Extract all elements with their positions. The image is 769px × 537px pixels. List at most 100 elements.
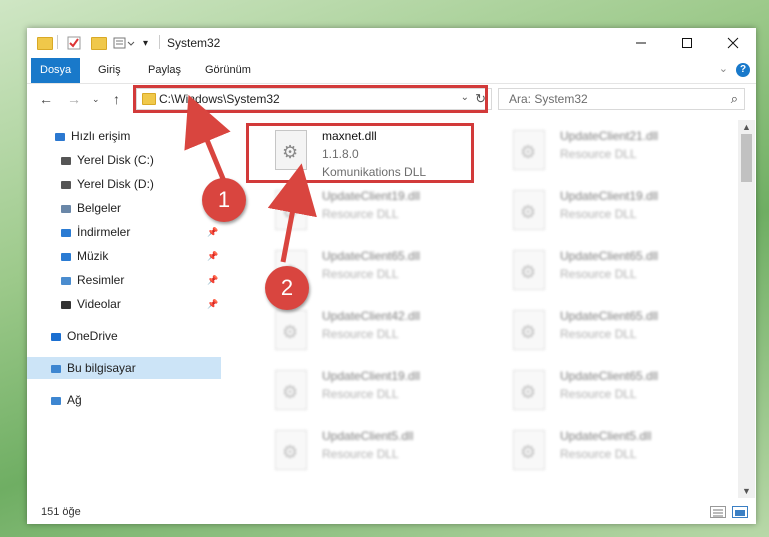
customize-quick-access-icon[interactable]: [113, 35, 135, 51]
file-item[interactable]: ⚙ UpdateClient65.dll Resource DLL: [491, 304, 711, 360]
tab-gorunum[interactable]: Görünüm: [196, 58, 260, 83]
sidebar-item-label: Yerel Disk (C:): [77, 153, 154, 167]
address-highlight-box: [133, 85, 488, 113]
scroll-thumb[interactable]: [741, 134, 752, 182]
tab-dosya[interactable]: Dosya: [31, 58, 81, 83]
file-item[interactable]: ⚙ UpdateClient21.dll Resource DLL: [491, 124, 711, 180]
sidebar-item[interactable]: Bu bilgisayar: [27, 357, 221, 379]
file-item[interactable]: ⚙ UpdateClient65.dll Resource DLL: [491, 244, 711, 300]
maximize-button[interactable]: [664, 28, 710, 58]
up-button[interactable]: ↑: [113, 91, 120, 107]
dll-file-icon: ⚙: [513, 310, 545, 350]
pin-icon: 📌: [207, 299, 219, 309]
file-item[interactable]: ⚙ UpdateClient65.dll Resource DLL: [491, 364, 711, 420]
dropdown-icon[interactable]: ▾: [143, 35, 148, 51]
sidebar-item-label: Belgeler: [77, 201, 122, 215]
file-description: Resource DLL: [322, 267, 399, 281]
expand-ribbon-icon[interactable]: ⌄: [719, 62, 728, 75]
sidebar-item[interactable]: Yerel Disk (D:): [27, 173, 221, 195]
scroll-up-icon[interactable]: ▲: [742, 122, 751, 132]
sidebar-item[interactable]: Ağ: [27, 389, 221, 411]
sidebar-item-label: Ağ: [67, 393, 82, 407]
sidebar-item[interactable]: Belgeler: [27, 197, 221, 219]
file-description: Resource DLL: [560, 267, 637, 281]
new-folder-icon[interactable]: [91, 35, 107, 51]
file-description: Resource DLL: [322, 327, 399, 341]
search-icon[interactable]: ⌕: [731, 91, 738, 107]
sidebar-item-label: Yerel Disk (D:): [77, 177, 154, 191]
file-description: Resource DLL: [322, 387, 399, 401]
pin-icon: 📌: [207, 227, 219, 237]
tab-giris[interactable]: Giriş: [89, 58, 130, 83]
file-item[interactable]: ⚙ UpdateClient19.dll Resource DLL: [253, 364, 473, 420]
dll-file-icon: ⚙: [513, 430, 545, 470]
recent-locations-button[interactable]: ⌄: [92, 94, 100, 105]
file-name: UpdateClient42.dll: [322, 309, 421, 323]
download-icon: [59, 225, 73, 239]
pin-icon: 📌: [207, 275, 219, 285]
file-name: UpdateClient65.dll: [560, 309, 659, 323]
callout-1: 1: [202, 178, 246, 222]
file-description: Resource DLL: [560, 447, 637, 461]
status-bar: 151 öğe: [27, 502, 756, 524]
navigation-pane: Hızlı erişim Yerel Disk (C:) Yerel Disk (D…: [27, 120, 221, 500]
close-button[interactable]: [710, 28, 756, 58]
search-placeholder[interactable]: Ara: System32: [509, 92, 588, 106]
cloud-icon: [49, 329, 63, 343]
sidebar-item[interactable]: Videolar 📌: [27, 293, 221, 315]
file-item[interactable]: ⚙ UpdateClient19.dll Resource DLL: [253, 184, 473, 240]
sidebar-item[interactable]: Müzik 📌: [27, 245, 221, 267]
minimize-button[interactable]: [618, 28, 664, 58]
file-name: UpdateClient65.dll: [560, 249, 659, 263]
music-icon: [59, 249, 73, 263]
sidebar-item-label: Müzik: [77, 249, 109, 263]
file-name: UpdateClient65.dll: [560, 369, 659, 383]
file-description: Resource DLL: [560, 387, 637, 401]
video-icon: [59, 297, 73, 311]
dll-file-icon: ⚙: [275, 430, 307, 470]
file-item[interactable]: ⚙ UpdateClient5.dll Resource DLL: [491, 424, 711, 480]
help-icon[interactable]: ?: [736, 63, 750, 77]
dll-file-icon: ⚙: [275, 190, 307, 230]
details-view-icon[interactable]: [710, 506, 726, 518]
network-icon: [49, 393, 63, 407]
dll-file-icon: ⚙: [275, 370, 307, 410]
sidebar-item[interactable]: İndirmeler 📌: [27, 221, 221, 243]
sidebar-item[interactable]: OneDrive: [27, 325, 221, 347]
computer-icon: [49, 361, 63, 375]
dll-file-icon: ⚙: [513, 250, 545, 290]
folder-icon: [37, 35, 53, 51]
ribbon-tabs: Dosya Giriş Paylaş Görünüm ⌄ ?: [27, 58, 756, 84]
dll-file-icon: ⚙: [275, 310, 307, 350]
file-description: Resource DLL: [322, 207, 399, 221]
sidebar-item[interactable]: Hızlı erişim: [27, 125, 221, 147]
file-name: UpdateClient21.dll: [560, 129, 659, 143]
search-box[interactable]: Ara: System32 ⌕: [498, 88, 745, 110]
callout-2: 2: [265, 266, 309, 310]
file-description: Resource DLL: [560, 327, 637, 341]
pictures-icon: [59, 273, 73, 287]
forward-button[interactable]: →: [67, 91, 81, 107]
file-item[interactable]: ⚙ UpdateClient42.dll Resource DLL: [253, 304, 473, 360]
properties-icon[interactable]: [67, 35, 81, 51]
back-button[interactable]: ←: [39, 91, 53, 107]
item-count: 151 öğe: [41, 506, 81, 518]
sidebar-item-label: İndirmeler: [77, 225, 131, 239]
scroll-down-icon[interactable]: ▼: [742, 486, 751, 496]
large-icons-view-icon[interactable]: [732, 506, 748, 518]
vertical-scrollbar[interactable]: ▲ ▼: [738, 120, 755, 498]
file-item[interactable]: ⚙ UpdateClient5.dll Resource DLL: [253, 424, 473, 480]
file-description: Resource DLL: [560, 147, 637, 161]
file-name: UpdateClient65.dll: [322, 249, 421, 263]
dll-file-icon: ⚙: [513, 190, 545, 230]
tab-paylas[interactable]: Paylaş: [139, 58, 190, 83]
dll-file-icon: ⚙: [513, 370, 545, 410]
sidebar-item-label: Bu bilgisayar: [67, 361, 136, 375]
sidebar-item[interactable]: Resimler 📌: [27, 269, 221, 291]
file-item[interactable]: ⚙ UpdateClient19.dll Resource DLL: [491, 184, 711, 240]
file-description: Resource DLL: [322, 447, 399, 461]
pin-icon: 📌: [207, 251, 219, 261]
file-name: UpdateClient19.dll: [560, 189, 659, 203]
separator: [57, 35, 58, 49]
sidebar-item[interactable]: Yerel Disk (C:): [27, 149, 221, 171]
